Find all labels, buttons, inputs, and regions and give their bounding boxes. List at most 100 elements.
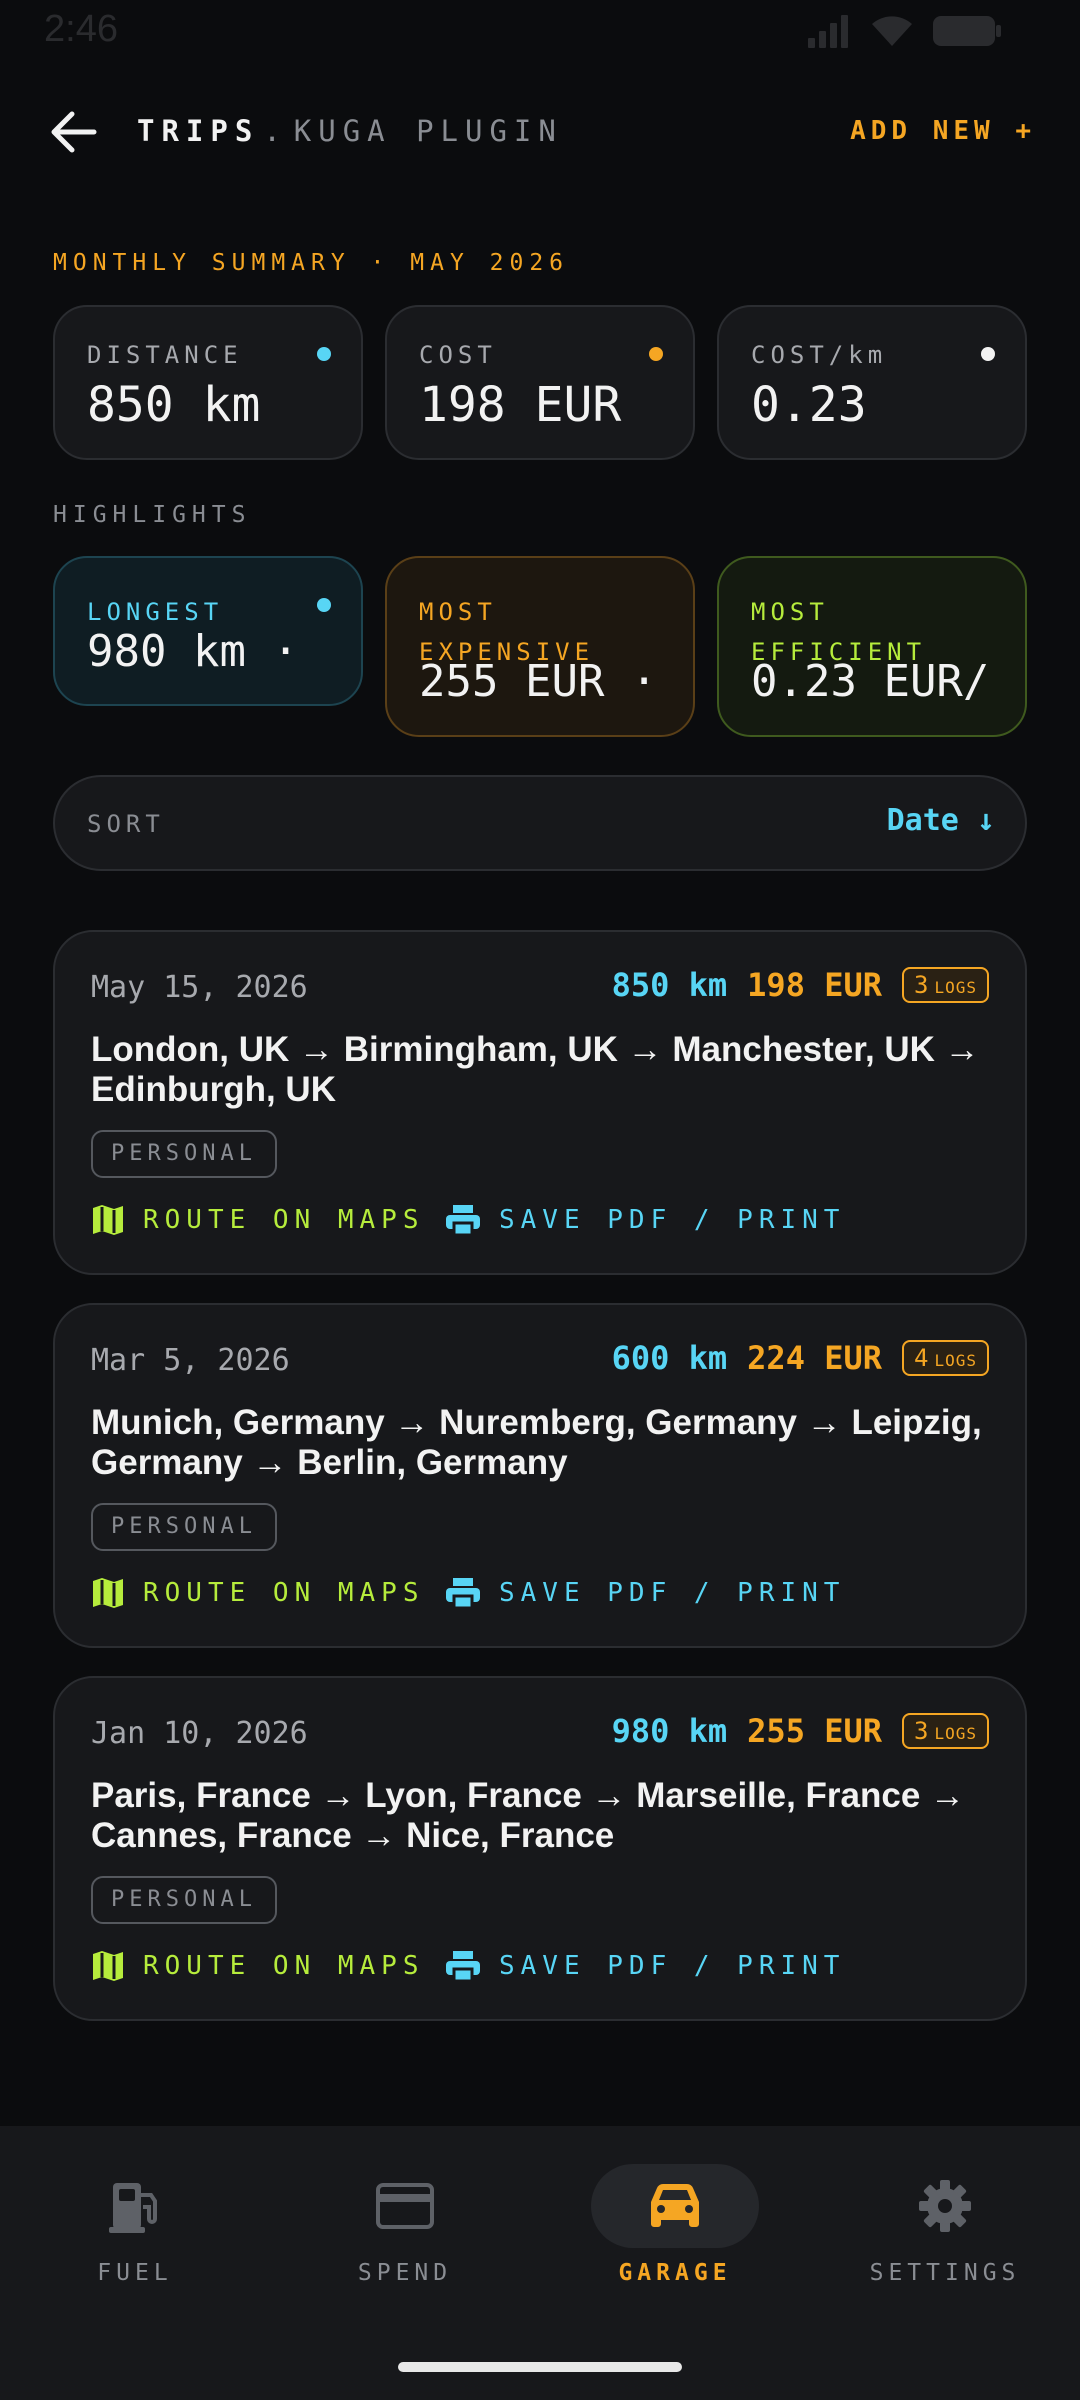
nav-garage-pill — [591, 2164, 759, 2248]
save-pdf-print-button[interactable]: SAVE PDF / PRINT — [445, 1950, 845, 1982]
trip-tag: PERSONAL — [91, 1130, 277, 1178]
most-efficient-card[interactable]: MOST EFFICIENT 0.23 EUR/ — [717, 556, 1027, 737]
cost-label: COST — [419, 341, 497, 369]
trip-route: Munich, Germany → Nuremberg, Germany → L… — [91, 1403, 982, 1482]
trip-route: Paris, France → Lyon, France → Marseille… — [91, 1776, 966, 1855]
title-separator: . — [263, 114, 288, 148]
route-on-maps-label: ROUTE ON MAPS — [143, 1951, 425, 1981]
trip-cost: 255 EUR — [747, 1712, 883, 1750]
nav-garage[interactable]: GARAGE — [540, 2126, 810, 2326]
status-bar: 2:46 — [0, 0, 1080, 60]
map-icon — [93, 1205, 123, 1235]
gear-icon — [919, 2180, 971, 2232]
cost-per-km-label: COST/km — [751, 341, 888, 369]
sort-label: SORT — [87, 810, 165, 838]
bottom-nav: FUEL SPEND GARAGE SETTINGS — [0, 2126, 1080, 2400]
wifi-icon — [872, 16, 912, 46]
longest-value: 980 km · — [87, 626, 299, 677]
most-efficient-value: 0.23 EUR/ — [751, 656, 990, 707]
logs-label: LOGS — [934, 1724, 977, 1743]
route-on-maps-label: ROUTE ON MAPS — [143, 1205, 425, 1235]
nav-settings-pill — [861, 2164, 1029, 2248]
cost-card: COST 198 EUR — [385, 305, 695, 460]
route-on-maps-button[interactable]: ROUTE ON MAPS — [91, 1204, 425, 1236]
trip-stats: 980 km 255 EUR 3 LOGS — [612, 1712, 989, 1750]
trip-distance: 850 km — [611, 966, 728, 1004]
route-on-maps-button[interactable]: ROUTE ON MAPS — [91, 1577, 425, 1609]
save-pdf-print-button[interactable]: SAVE PDF / PRINT — [445, 1204, 845, 1236]
nav-garage-label: GARAGE — [618, 2260, 732, 2286]
nav-fuel[interactable]: FUEL — [0, 2126, 270, 2326]
save-pdf-print-label: SAVE PDF / PRINT — [499, 1951, 846, 1981]
logs-count: 3 — [914, 1717, 929, 1745]
distance-card: DISTANCE 850 km — [53, 305, 363, 460]
route-on-maps-label: ROUTE ON MAPS — [143, 1578, 425, 1608]
logs-count: 4 — [914, 1344, 929, 1372]
back-arrow-icon[interactable] — [50, 110, 98, 154]
longest-trip-card[interactable]: LONGEST 980 km · — [53, 556, 363, 706]
add-new-button[interactable]: ADD NEW + — [850, 116, 1036, 146]
status-icons — [806, 14, 1002, 48]
trip-distance: 980 km — [611, 1712, 728, 1750]
nav-spend-pill — [321, 2164, 489, 2248]
trip-card[interactable]: Mar 5, 2026 600 km 224 EUR 4 LOGS Munich,… — [53, 1303, 1027, 1648]
cost-per-km-value: 0.23 — [751, 377, 867, 433]
home-indicator[interactable] — [398, 2362, 682, 2372]
status-time: 2:46 — [44, 8, 118, 50]
nav-fuel-pill — [51, 2164, 219, 2248]
sort-value[interactable]: Date ↓ — [887, 803, 995, 838]
cost-value: 198 EUR — [419, 377, 622, 433]
highlights-label: HIGHLIGHTS — [53, 502, 252, 528]
fuel-icon — [109, 2183, 157, 2233]
save-pdf-print-label: SAVE PDF / PRINT — [499, 1205, 846, 1235]
monthly-summary-label: MONTHLY SUMMARY · MAY 2026 — [53, 250, 570, 276]
logs-badge[interactable]: 3 LOGS — [902, 1713, 989, 1749]
trip-card[interactable]: Jan 10, 2026 980 km 255 EUR 3 LOGS Paris,… — [53, 1676, 1027, 2021]
nav-settings[interactable]: SETTINGS — [810, 2126, 1080, 2326]
signal-icon — [808, 15, 848, 48]
trip-tag: PERSONAL — [91, 1876, 277, 1924]
nav-fuel-label: FUEL — [97, 2260, 173, 2286]
card-icon — [376, 2183, 434, 2229]
most-expensive-value: 255 EUR · — [419, 656, 658, 707]
trip-tag: PERSONAL — [91, 1503, 277, 1551]
nav-spend-label: SPEND — [357, 2260, 453, 2286]
trip-stats: 600 km 224 EUR 4 LOGS — [612, 1339, 989, 1377]
trip-cost: 198 EUR — [747, 966, 883, 1004]
cost-per-km-dot — [981, 347, 995, 361]
nav-settings-label: SETTINGS — [869, 2260, 1021, 2286]
app-header: TRIPS. KUGA PLUGIN ADD NEW + — [0, 100, 1080, 164]
cost-dot — [649, 347, 663, 361]
sort-selector[interactable]: SORT Date ↓ — [53, 775, 1027, 871]
map-icon — [93, 1578, 123, 1608]
page-title: TRIPS. KUGA PLUGIN — [137, 114, 563, 148]
title-main: TRIPS — [137, 114, 260, 148]
trip-route: London, UK → Birmingham, UK → Manchester… — [91, 1030, 980, 1109]
trip-date: Mar 5, 2026 — [91, 1343, 290, 1378]
cost-per-km-card: COST/km 0.23 — [717, 305, 1027, 460]
printer-icon — [446, 1951, 480, 1982]
printer-icon — [446, 1205, 480, 1236]
vehicle-name: KUGA PLUGIN — [293, 114, 563, 148]
most-expensive-card[interactable]: MOST EXPENSIVE 255 EUR · — [385, 556, 695, 737]
logs-count: 3 — [914, 971, 929, 999]
trip-cost: 224 EUR — [747, 1339, 883, 1377]
logs-label: LOGS — [934, 978, 977, 997]
trip-card[interactable]: May 15, 2026 850 km 198 EUR 3 LOGS London… — [53, 930, 1027, 1275]
route-on-maps-button[interactable]: ROUTE ON MAPS — [91, 1950, 425, 1982]
trip-stats: 850 km 198 EUR 3 LOGS — [612, 966, 989, 1004]
battery-icon — [933, 16, 1001, 46]
nav-spend[interactable]: SPEND — [270, 2126, 540, 2326]
map-icon — [93, 1951, 123, 1981]
car-icon — [651, 2184, 699, 2227]
distance-value: 850 km — [87, 377, 261, 433]
logs-label: LOGS — [934, 1351, 977, 1370]
save-pdf-print-label: SAVE PDF / PRINT — [499, 1578, 846, 1608]
longest-dot — [317, 598, 331, 612]
trip-distance: 600 km — [611, 1339, 728, 1377]
trip-date: May 15, 2026 — [91, 970, 308, 1005]
save-pdf-print-button[interactable]: SAVE PDF / PRINT — [445, 1577, 845, 1609]
logs-badge[interactable]: 4 LOGS — [902, 1340, 989, 1376]
logs-badge[interactable]: 3 LOGS — [902, 967, 989, 1003]
printer-icon — [446, 1578, 480, 1609]
